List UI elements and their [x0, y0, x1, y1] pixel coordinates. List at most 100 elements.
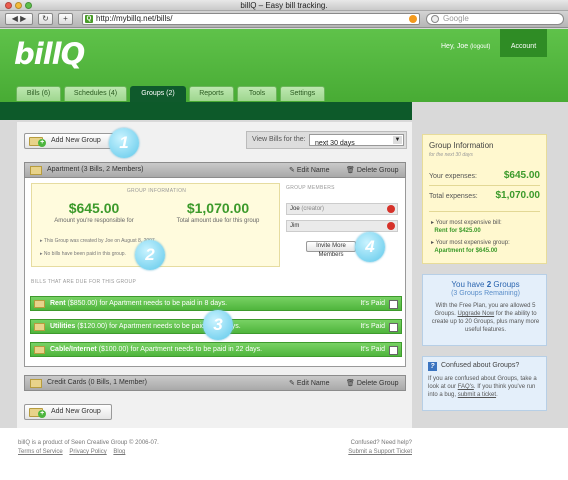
paid-checkbox[interactable] [389, 323, 398, 332]
forward-arrow-icon[interactable]: ▶ [20, 14, 26, 23]
member-jim: Jim [286, 220, 398, 232]
group-members-caption: GROUP MEMBERS [286, 185, 335, 191]
callout-2: 2 [135, 240, 165, 270]
add-icon: + [38, 410, 46, 418]
plus-icon: + [63, 14, 68, 23]
conf-text-3: . [496, 392, 498, 398]
view-bills-filter: View Bills for the: next 30 days ▼ [246, 131, 407, 149]
site-footer: billQ is a product of Seen Creative Grou… [0, 428, 568, 480]
paid-checkbox[interactable] [389, 300, 398, 309]
remove-member-icon[interactable] [387, 205, 395, 213]
support-ticket-link[interactable]: Submit a Support Ticket [348, 449, 412, 455]
account-button[interactable]: Account [500, 29, 547, 57]
billq-logo[interactable]: billQ [14, 37, 85, 71]
view-bills-select[interactable]: next 30 days ▼ [309, 134, 404, 147]
edit-name-label: Edit Name [296, 380, 330, 387]
divider [429, 185, 540, 186]
sidebar-info-title: Group Information [429, 141, 494, 150]
greeting-text: Hey, Joe [441, 43, 469, 50]
bill-text: Rent ($850.00) for Apartment needs to be… [50, 297, 227, 310]
confused-text: If you are confused about Groups, take a… [428, 375, 544, 399]
upgrade-now-link[interactable]: Upgrade Now [457, 311, 494, 317]
add-new-group-label: Add New Group [51, 137, 101, 144]
user-greeting: Hey, Joe (logout) [441, 43, 490, 50]
invite-more-members-button[interactable]: Invite More Members [306, 241, 356, 258]
edit-name-label: Edit Name [296, 167, 330, 174]
trash-icon: 🗑 [346, 380, 355, 387]
footer-credit: billQ is a product of Seen Creative Grou… [18, 440, 159, 446]
group-name: Credit Cards (0 Bills, 1 Member) [47, 379, 147, 386]
edit-name-button[interactable]: ✎ Edit Name [289, 166, 330, 174]
delete-group-label: Delete Group [356, 380, 399, 387]
reload-button[interactable]: ↻ [38, 13, 53, 25]
member-joe: Joe (creator) [286, 203, 398, 215]
view-bills-label: View Bills for the: [252, 136, 306, 143]
add-new-group-button-bottom[interactable]: + Add New Group [24, 404, 112, 420]
callout-3: 3 [203, 310, 233, 340]
window-titlebar: billQ – Easy bill tracking. [0, 0, 568, 11]
total-amount: $1,070.00 [186, 200, 250, 216]
your-expenses-label: Your expenses: [429, 173, 477, 180]
tab-reports[interactable]: Reports [189, 86, 234, 101]
logout-link[interactable]: (logout) [470, 44, 490, 50]
pencil-icon: ✎ [289, 167, 295, 174]
search-engine-icon[interactable] [431, 15, 439, 23]
footer-right: Confused? Need help? Submit a Support Ti… [348, 439, 412, 457]
group-header-credit-cards[interactable]: Credit Cards (0 Bills, 1 Member) ✎ Edit … [24, 375, 406, 391]
rss-icon[interactable] [409, 15, 417, 23]
your-expenses-value: $645.00 [503, 170, 540, 181]
delete-group-label: Delete Group [356, 167, 399, 174]
pencil-icon: ✎ [289, 380, 295, 387]
bill-folder-icon [34, 346, 45, 354]
group-header-apartment[interactable]: Apartment (3 Bills, 2 Members) ✎ Edit Na… [24, 162, 406, 178]
tab-schedules[interactable]: Schedules (4) [64, 86, 127, 101]
tab-groups[interactable]: Groups (2) [130, 86, 186, 102]
remove-member-icon[interactable] [387, 222, 395, 230]
member-role: (creator) [301, 206, 325, 212]
your-amount-caption: Amount you're responsible for [54, 218, 134, 224]
most-expensive-group-value: Apartment for $645.00 [434, 248, 498, 254]
group-information-caption: GROUP INFORMATION [126, 188, 187, 194]
url-text[interactable]: http://mybillq.net/bills/ [96, 14, 172, 24]
new-tab-button[interactable]: + [58, 13, 73, 25]
its-paid-label: It's Paid [360, 300, 385, 307]
member-name: Joe [290, 206, 300, 212]
dropdown-arrow-icon[interactable]: ▼ [393, 136, 402, 144]
blog-link[interactable]: Blog [113, 449, 125, 455]
paid-checkbox[interactable] [389, 346, 398, 355]
site-header: billQ Hey, Joe (logout) Account Bills (6… [0, 29, 568, 102]
submit-ticket-link[interactable]: submit a ticket [458, 392, 496, 398]
terms-of-service-link[interactable]: Terms of Service [18, 449, 63, 455]
total-expenses-label: Total expenses: [429, 193, 478, 200]
add-new-group-label: Add New Group [51, 408, 101, 415]
most-expensive-bill-label: Your most expensive bill: [435, 220, 502, 226]
folder-icon [30, 379, 42, 388]
address-bar[interactable]: Q http://mybillq.net/bills/ [82, 13, 420, 25]
tab-tools[interactable]: Tools [237, 86, 277, 101]
bill-folder-icon [34, 323, 45, 331]
delete-group-button[interactable]: 🗑 Delete Group [346, 166, 398, 174]
window-title: billQ – Easy bill tracking. [240, 1, 328, 10]
tab-bills[interactable]: Bills (6) [16, 86, 61, 101]
groups-head-post: Groups [491, 280, 520, 289]
bill-description: ($100.00) for Apartment needs to be paid… [98, 346, 263, 353]
search-placeholder: Google [443, 14, 469, 23]
back-arrow-icon[interactable]: ◀ [12, 14, 18, 23]
back-forward-buttons[interactable]: ◀ ▶ [5, 13, 33, 25]
bill-row[interactable]: Rent ($850.00) for Apartment needs to be… [30, 296, 402, 311]
search-field[interactable]: Google [426, 13, 564, 25]
edit-name-button[interactable]: ✎ Edit Name [289, 379, 330, 387]
bill-row[interactable]: Cable/Internet ($100.00) for Apartment n… [30, 342, 402, 357]
total-expenses-value: $1,070.00 [495, 190, 541, 201]
faq-link[interactable]: FAQ's [458, 384, 474, 390]
groups-plan-text: With the Free Plan, you are allowed 5 Gr… [429, 302, 542, 334]
site-favicon-icon: Q [85, 15, 93, 23]
tab-content-bar [0, 102, 412, 120]
privacy-policy-link[interactable]: Privacy Policy [69, 449, 106, 455]
delete-group-button[interactable]: 🗑 Delete Group [346, 379, 398, 387]
groups-count-heading: You have 2 Groups [423, 280, 548, 289]
confused-heading: Confused about Groups? [441, 362, 520, 369]
tab-settings[interactable]: Settings [280, 86, 325, 101]
bill-name: Utilities [50, 323, 76, 330]
bill-description: ($850.00) for Apartment needs to be paid… [67, 300, 228, 307]
